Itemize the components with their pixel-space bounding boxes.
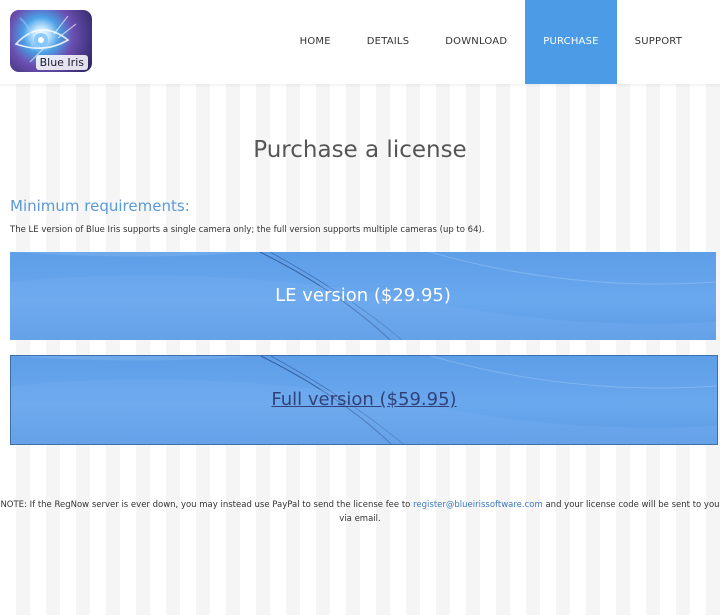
- le-version-button[interactable]: LE version ($29.95): [10, 252, 716, 340]
- page-title: Purchase a license: [253, 137, 467, 163]
- le-version-label: LE version ($29.95): [275, 285, 451, 306]
- blue-iris-logo[interactable]: Blue Iris: [10, 10, 92, 72]
- paypal-note: NOTE: If the RegNow server is ever down,…: [0, 498, 720, 526]
- full-version-button[interactable]: Full version ($59.95): [10, 355, 718, 445]
- nav-purchase[interactable]: PURCHASE: [525, 0, 617, 84]
- requirements-heading: Minimum requirements:: [10, 197, 190, 215]
- site-header: Blue Iris HOME DETAILS DOWNLOAD PURCHASE…: [0, 0, 720, 84]
- nav-details[interactable]: DETAILS: [349, 0, 427, 84]
- note-prefix: NOTE: If the RegNow server is ever down,…: [0, 500, 411, 510]
- requirements-text: The LE version of Blue Iris supports a s…: [10, 225, 485, 235]
- nav-support[interactable]: SUPPORT: [617, 0, 700, 84]
- register-email-link[interactable]: register@blueirissoftware.com: [413, 500, 543, 510]
- full-version-label: Full version ($59.95): [271, 389, 457, 410]
- logo-text: Blue Iris: [35, 55, 88, 70]
- nav-home[interactable]: HOME: [282, 0, 349, 84]
- nav-download[interactable]: DOWNLOAD: [427, 0, 525, 84]
- main-nav: HOME DETAILS DOWNLOAD PURCHASE SUPPORT: [282, 0, 700, 84]
